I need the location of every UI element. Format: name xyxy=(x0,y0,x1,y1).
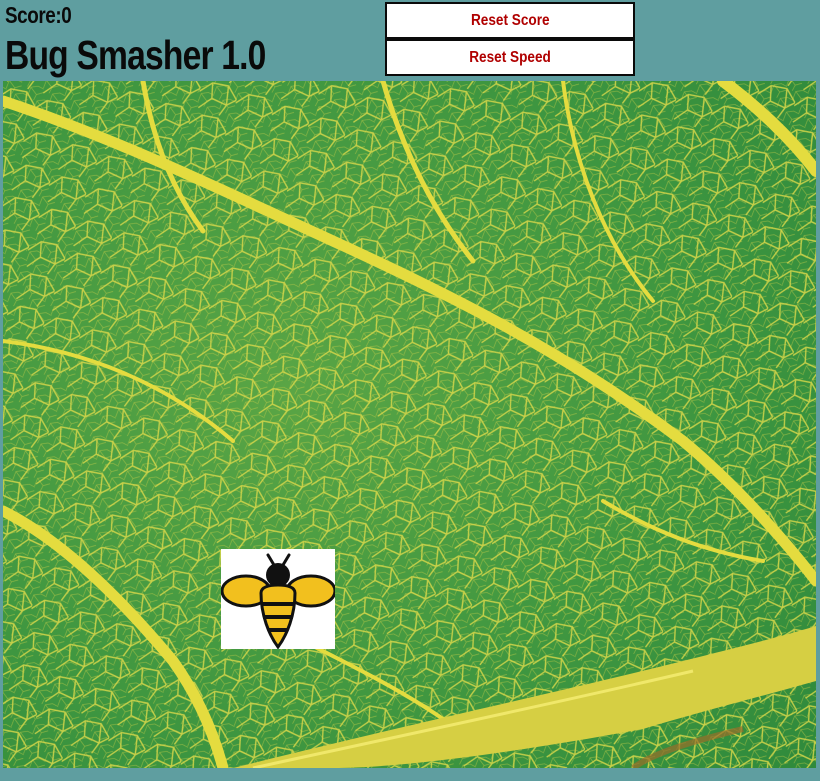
reset-speed-label: Reset Speed xyxy=(469,48,551,66)
reset-score-button[interactable]: Reset Score xyxy=(385,2,635,39)
reset-score-label: Reset Score xyxy=(470,11,550,29)
game-field[interactable] xyxy=(3,81,816,768)
page-title: Bug Smasher 1.0 xyxy=(5,32,266,78)
reset-speed-button[interactable]: Reset Speed xyxy=(385,39,635,76)
leaf-background-image xyxy=(3,81,816,768)
bee-icon xyxy=(221,553,335,649)
score-display: Score:0 xyxy=(5,2,72,28)
bug-target[interactable] xyxy=(221,549,335,649)
game-page: Score:0 Bug Smasher 1.0 Reset Score Rese… xyxy=(0,0,820,781)
